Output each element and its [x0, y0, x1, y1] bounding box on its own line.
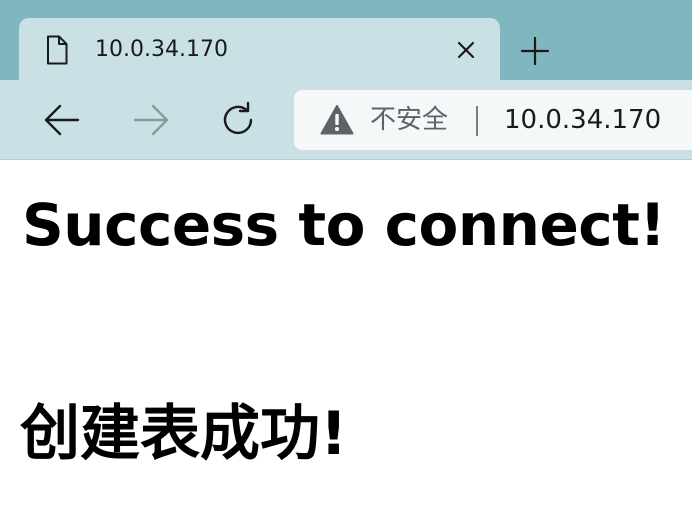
- plus-icon[interactable]: [518, 34, 552, 68]
- browser-window: 10.0.34.170 不安全 10.0.34.170 Success to c…: [0, 0, 692, 531]
- tab-active[interactable]: 10.0.34.170: [19, 18, 500, 80]
- warning-icon[interactable]: [320, 104, 354, 136]
- address-bar[interactable]: 不安全 10.0.34.170: [294, 90, 692, 150]
- page-content: Success to connect! 创建表成功!: [0, 160, 692, 531]
- heading-table-created: 创建表成功!: [20, 399, 348, 469]
- reload-icon[interactable]: [218, 100, 258, 140]
- tab-strip: 10.0.34.170: [0, 0, 692, 80]
- url-text[interactable]: 10.0.34.170: [504, 104, 661, 136]
- back-arrow-icon[interactable]: [42, 100, 82, 140]
- tab-title: 10.0.34.170: [95, 37, 228, 62]
- page-icon: [46, 35, 68, 65]
- omnibox-divider: [476, 106, 478, 136]
- forward-arrow-icon[interactable]: [131, 100, 171, 140]
- heading-success: Success to connect!: [22, 191, 666, 259]
- toolbar: 不安全 10.0.34.170: [0, 80, 692, 160]
- security-label[interactable]: 不安全: [370, 104, 448, 136]
- close-icon[interactable]: [454, 38, 478, 62]
